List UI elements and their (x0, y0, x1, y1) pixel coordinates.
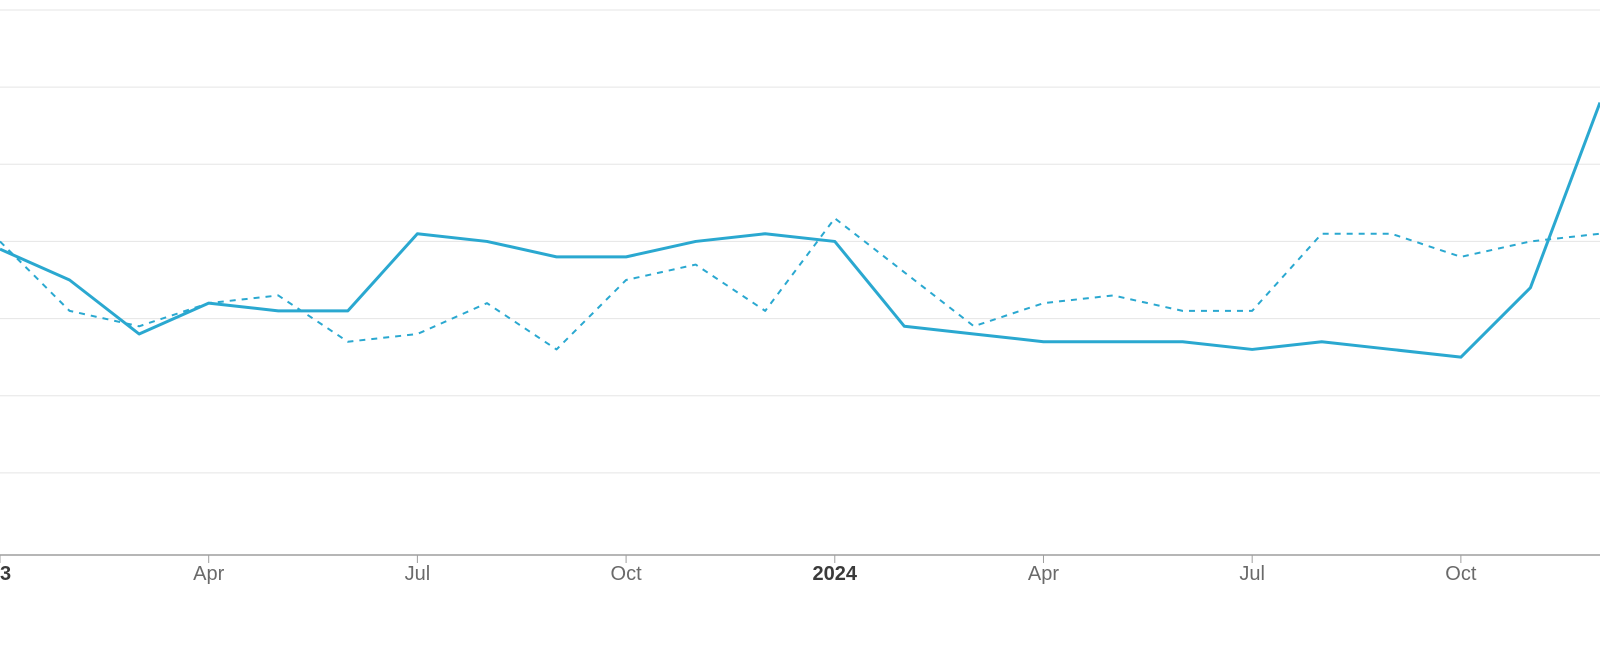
x-tick-label: 23 (0, 563, 11, 585)
x-tick-label: Jul (405, 563, 431, 585)
x-tick-label: Oct (611, 563, 643, 585)
line-chart: 23 Apr Jul Oct 2024 Apr Jul Oct (0, 0, 1600, 651)
chart-svg: 23 Apr Jul Oct 2024 Apr Jul Oct (0, 0, 1600, 651)
x-tick-label: Apr (1028, 563, 1059, 585)
x-tick-label: Oct (1445, 563, 1477, 585)
x-tick-label: 2024 (813, 563, 858, 585)
x-tick-label: Apr (193, 563, 224, 585)
x-tick-label: Jul (1239, 563, 1265, 585)
